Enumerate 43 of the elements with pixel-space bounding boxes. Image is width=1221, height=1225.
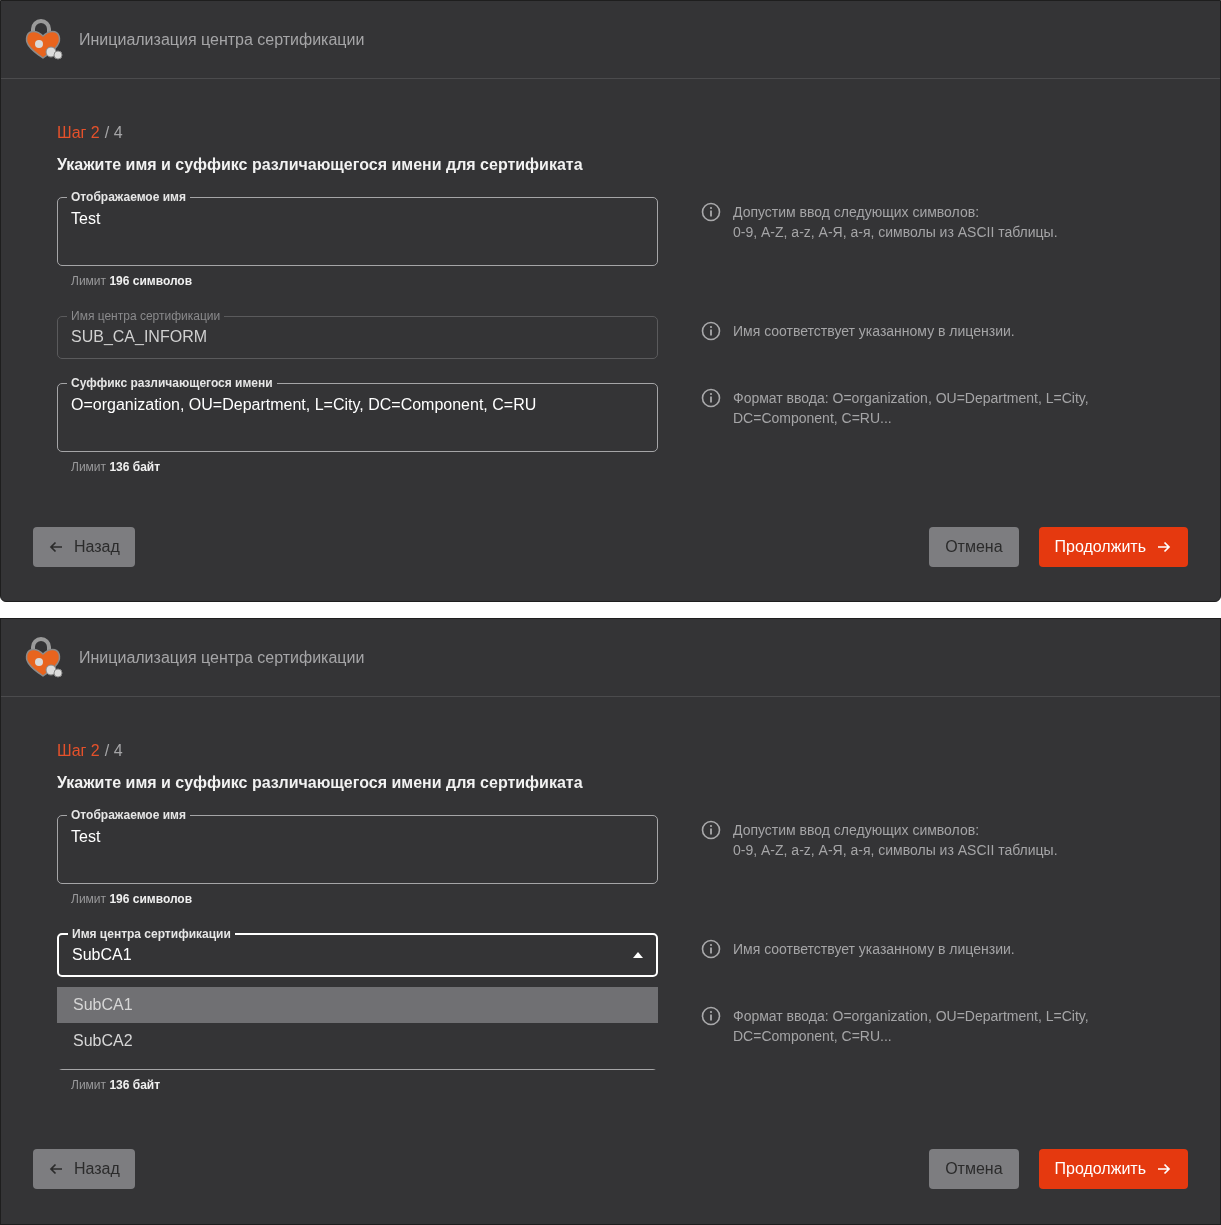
hint-text: Допустим ввод следующих символов: 0-9, A-Z, a-z, А-Я, а-я, символы из ASCII таблицы. [733, 821, 1058, 860]
arrow-right-icon [1156, 539, 1172, 555]
dialog-title: Инициализация центра сертификации [79, 29, 365, 50]
hint-text: Формат ввода: O=organization, OU=Department, L=City, DC=Component, C=RU... [733, 389, 1089, 428]
dropdown-option[interactable]: SubCA2 [57, 1023, 658, 1059]
padlock-heart-icon [23, 17, 63, 62]
back-button[interactable]: Назад [33, 527, 135, 567]
cancel-button[interactable]: Отмена [929, 1149, 1019, 1189]
step-heading: Укажите имя и суффикс различающегося имени для сертификата [57, 155, 584, 175]
step-current: Шаг 2 [57, 741, 100, 761]
hint-text: Формат ввода: O=organization, OU=Department, L=City, DC=Component, C=RU... [733, 1007, 1089, 1046]
dialog-title: Инициализация центра сертификации [79, 647, 365, 668]
step-total: / 4 [104, 123, 123, 143]
step-heading: Укажите имя и суффикс различающегося имени для сертификата [57, 773, 584, 793]
arrow-right-icon [1156, 1161, 1172, 1177]
info-icon [701, 1006, 721, 1026]
hint-text: Допустим ввод следующих символов: 0-9, A-Z, a-z, А-Я, а-я, символы из ASCII таблицы. [733, 203, 1058, 242]
dropdown-option[interactable]: SubCA1 [57, 987, 658, 1023]
limit-note: Лимит 196 символов [71, 891, 194, 908]
padlock-heart-icon [23, 635, 63, 680]
step-total: / 4 [104, 741, 123, 761]
select-field[interactable]: Имя центра сертификации SubCA1 [57, 926, 658, 977]
input-field[interactable]: Отображаемое имя Test [57, 189, 658, 266]
step-current: Шаг 2 [57, 123, 100, 143]
caret-icon [633, 951, 643, 958]
limit-note: Лимит 136 байт [71, 459, 162, 476]
back-button[interactable]: Назад [33, 1149, 135, 1189]
hint-text: Имя соответствует указанному в лицензии. [733, 322, 1015, 341]
info-icon [701, 939, 721, 959]
continue-button[interactable]: Продолжить [1038, 1149, 1188, 1189]
info-icon [701, 820, 721, 840]
limit-note: Лимит 136 байт [71, 1077, 162, 1094]
arrow-left-icon [48, 539, 64, 555]
hint-text: Имя соответствует указанному в лицензии. [733, 940, 1015, 959]
info-icon [701, 321, 721, 341]
continue-button[interactable]: Продолжить [1038, 527, 1188, 567]
cancel-button[interactable]: Отмена [929, 527, 1019, 567]
input-field[interactable]: Суффикс различающегося имени O=organization, OU=Department, L=City, DC=Component, C=RU [57, 375, 658, 452]
limit-note: Лимит 196 символов [71, 273, 194, 290]
info-icon [701, 202, 721, 222]
arrow-left-icon [48, 1161, 64, 1177]
info-icon [701, 388, 721, 408]
input-field[interactable]: Отображаемое имя Test [57, 807, 658, 884]
